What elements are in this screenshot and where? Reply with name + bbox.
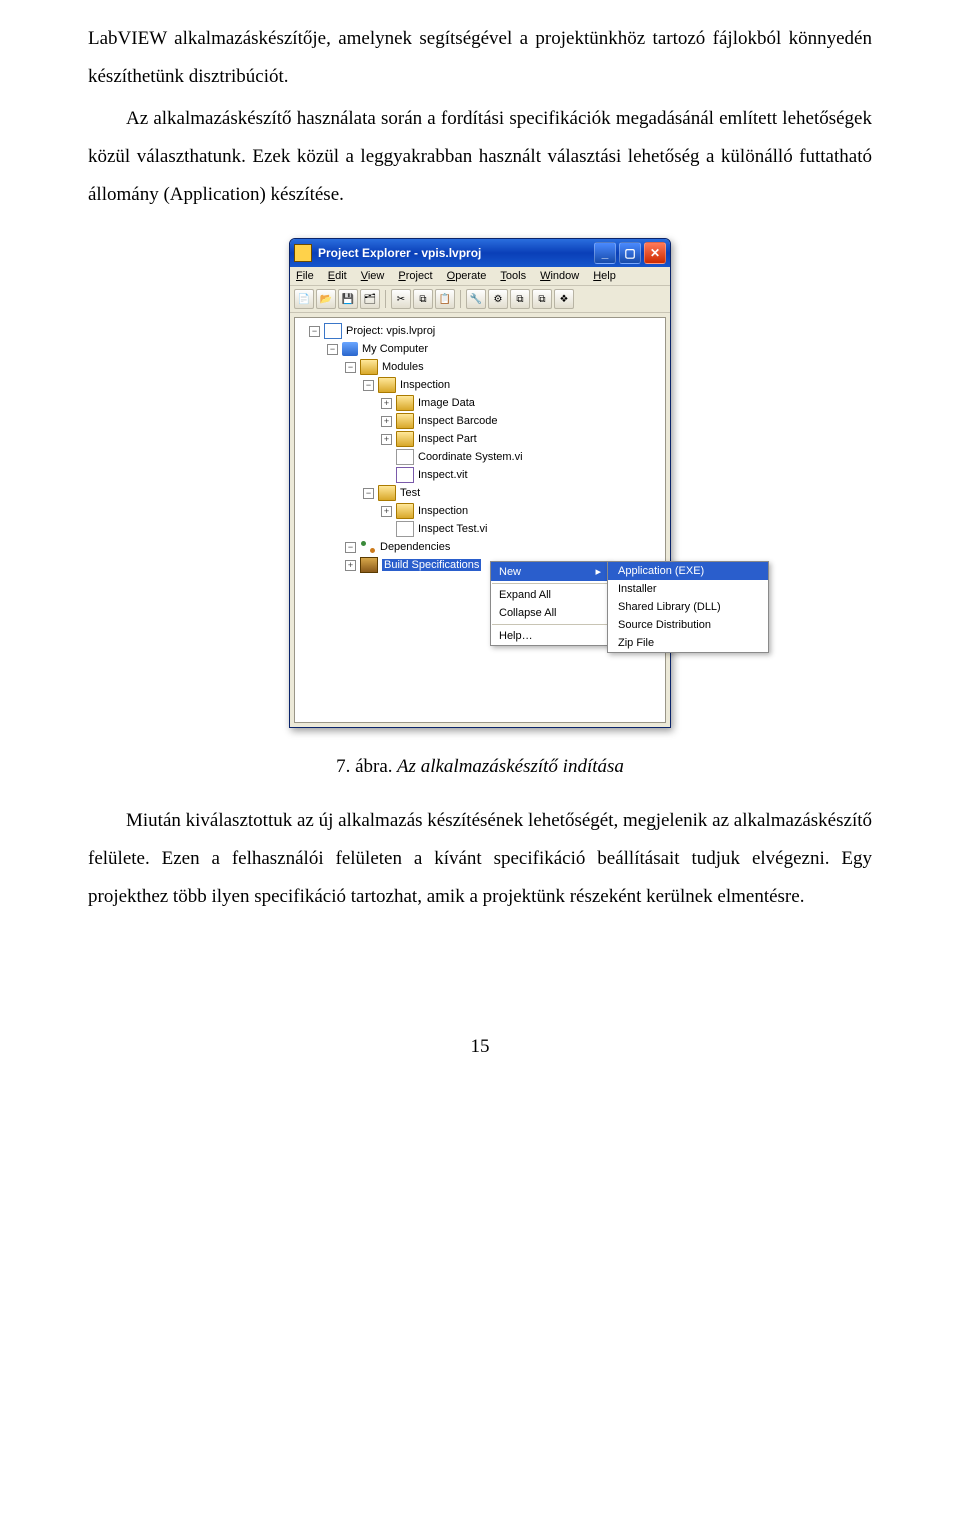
menu-operate[interactable]: Operate [447, 270, 487, 282]
expand-icon[interactable]: + [381, 506, 392, 517]
tool-new-icon[interactable]: 📄 [294, 289, 314, 309]
menu-tools[interactable]: Tools [500, 270, 526, 282]
paragraph-2: Az alkalmazáskészítő használata során a … [88, 100, 872, 214]
figure: Project Explorer - vpis.lvproj _ ▢ ✕ Fil… [88, 238, 872, 728]
menu-view[interactable]: View [361, 270, 385, 282]
collapse-icon[interactable]: − [363, 488, 374, 499]
tree-inspect-part[interactable]: Inspect Part [418, 433, 477, 445]
tool-icon[interactable]: 🔧 [466, 289, 486, 309]
separator-icon [492, 583, 608, 584]
collapse-icon[interactable]: − [363, 380, 374, 391]
tool-cut-icon[interactable]: ✂ [391, 289, 411, 309]
collapse-icon[interactable]: − [345, 362, 356, 373]
separator-icon [460, 290, 461, 308]
separator-icon [385, 290, 386, 308]
ctx-help[interactable]: Help… [491, 627, 609, 645]
expand-icon[interactable]: + [345, 560, 356, 571]
menu-file[interactable]: File [296, 270, 314, 282]
collapse-icon[interactable]: − [345, 542, 356, 553]
tool-icon[interactable]: ⧉ [532, 289, 552, 309]
context-menu: New ▸ Expand All Collapse All Help… [490, 561, 610, 646]
separator-icon [492, 624, 608, 625]
menu-window[interactable]: Window [540, 270, 579, 282]
project-tree: −Project: vpis.lvproj −My Computer −Modu… [294, 317, 666, 723]
folder-icon [396, 413, 414, 429]
vit-icon [396, 467, 414, 483]
paragraph-3: Miután kiválasztottuk az új alkalmazás k… [88, 802, 872, 916]
maximize-button[interactable]: ▢ [619, 242, 641, 264]
arrow-right-icon: ▸ [595, 565, 601, 578]
tool-open-icon[interactable]: 📂 [316, 289, 336, 309]
sub-source-distribution[interactable]: Source Distribution [608, 616, 768, 634]
tool-save-icon[interactable]: 💾 [338, 289, 358, 309]
folder-icon [360, 359, 378, 375]
ctx-expand-all[interactable]: Expand All [491, 586, 609, 604]
minimize-button[interactable]: _ [594, 242, 616, 264]
collapse-icon[interactable]: − [327, 344, 338, 355]
app-icon [294, 244, 312, 262]
close-button[interactable]: ✕ [644, 242, 666, 264]
figure-caption: 7. ábra. Az alkalmazáskészítő indítása [88, 756, 872, 778]
folder-icon [396, 431, 414, 447]
sub-application-exe[interactable]: Application (EXE) [608, 562, 768, 580]
tool-icon[interactable]: ⧉ [510, 289, 530, 309]
tree-project[interactable]: Project: vpis.lvproj [346, 325, 435, 337]
menu-project[interactable]: Project [398, 270, 432, 282]
tree-inspection[interactable]: Inspection [400, 379, 450, 391]
vi-icon [396, 449, 414, 465]
project-icon [324, 323, 342, 339]
expand-icon[interactable]: + [381, 434, 392, 445]
titlebar: Project Explorer - vpis.lvproj _ ▢ ✕ [290, 239, 670, 267]
tree-dependencies[interactable]: Dependencies [380, 541, 450, 553]
tool-icon[interactable]: ⚙ [488, 289, 508, 309]
tree-inspect-vit[interactable]: Inspect.vit [418, 469, 468, 481]
folder-icon [378, 377, 396, 393]
folder-icon [378, 485, 396, 501]
computer-icon [342, 342, 358, 356]
tree-build-spec[interactable]: Build Specifications [382, 559, 481, 571]
menu-help[interactable]: Help [593, 270, 616, 282]
folder-icon [396, 395, 414, 411]
tool-saveall-icon[interactable]: 🗂 [360, 289, 380, 309]
sub-shared-library-dll[interactable]: Shared Library (DLL) [608, 598, 768, 616]
tool-copy-icon[interactable]: ⧉ [413, 289, 433, 309]
tree-imagedata[interactable]: Image Data [418, 397, 475, 409]
paragraph-1: LabVIEW alkalmazáskészítője, amelynek se… [88, 20, 872, 96]
tree-test-inspection[interactable]: Inspection [418, 505, 468, 517]
folder-icon [396, 503, 414, 519]
tool-paste-icon[interactable]: 📋 [435, 289, 455, 309]
project-explorer-window: Project Explorer - vpis.lvproj _ ▢ ✕ Fil… [289, 238, 671, 728]
dependencies-icon [360, 540, 376, 554]
collapse-icon[interactable]: − [309, 326, 320, 337]
expand-icon[interactable]: + [381, 398, 392, 409]
build-icon [360, 557, 378, 573]
window-title: Project Explorer - vpis.lvproj [318, 246, 481, 260]
tree-test[interactable]: Test [400, 487, 420, 499]
menubar: File Edit View Project Operate Tools Win… [290, 267, 670, 286]
ctx-new-label: New [499, 566, 521, 578]
tree-mycomputer[interactable]: My Computer [362, 343, 428, 355]
ctx-collapse-all[interactable]: Collapse All [491, 604, 609, 622]
caption-text: Az alkalmazáskészítő indítása [393, 756, 624, 777]
ctx-new[interactable]: New ▸ [491, 562, 609, 581]
menu-edit[interactable]: Edit [328, 270, 347, 282]
sub-zip-file[interactable]: Zip File [608, 634, 768, 652]
tree-modules[interactable]: Modules [382, 361, 424, 373]
tree-inspect-barcode[interactable]: Inspect Barcode [418, 415, 498, 427]
page-number: 15 [88, 1036, 872, 1058]
tree-coord-vi[interactable]: Coordinate System.vi [418, 451, 523, 463]
expand-icon[interactable]: + [381, 416, 392, 427]
tool-icon[interactable]: ❖ [554, 289, 574, 309]
tree-inspect-test-vi[interactable]: Inspect Test.vi [418, 523, 488, 535]
toolbar: 📄 📂 💾 🗂 ✂ ⧉ 📋 🔧 ⚙ ⧉ ⧉ ❖ [290, 286, 670, 313]
context-submenu: Application (EXE) Installer Shared Libra… [607, 561, 769, 653]
sub-installer[interactable]: Installer [608, 580, 768, 598]
vi-icon [396, 521, 414, 537]
caption-number: 7. ábra. [336, 756, 392, 777]
